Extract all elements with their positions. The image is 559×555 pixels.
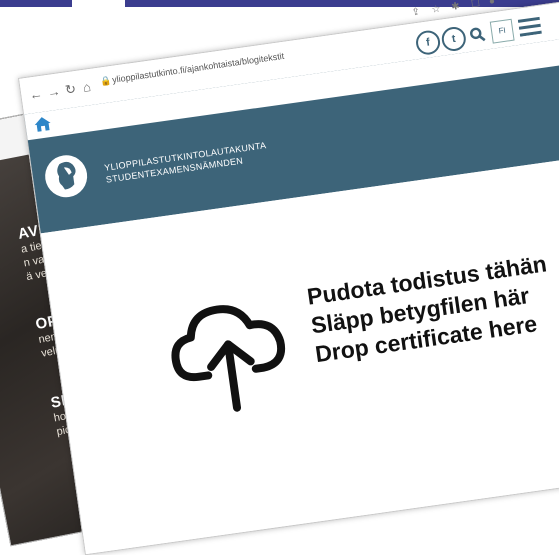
back-icon[interactable]: ← <box>28 86 43 103</box>
extension-icon[interactable]: ✱ <box>451 1 461 13</box>
window-icon[interactable]: ☐ <box>470 0 480 10</box>
athena-head-icon <box>57 161 76 190</box>
cloud-upload-icon <box>171 305 286 412</box>
menu-icon[interactable] <box>517 16 542 37</box>
lock-icon: 🔒 <box>99 75 113 87</box>
reload-icon[interactable]: ↻ <box>64 81 77 98</box>
profile-icon[interactable]: ● <box>488 0 496 8</box>
forward-icon[interactable]: → <box>46 83 61 100</box>
home-browser-icon[interactable]: ⌂ <box>82 79 92 95</box>
organization-name: YLIOPPILASTUTKINTOLAUTAKUNTA STUDENTEXAM… <box>104 139 269 186</box>
share-icon[interactable]: ⇪ <box>411 6 421 18</box>
address-bar[interactable]: ylioppilastutkinto.fi/ajankohtaista/blog… <box>111 51 284 85</box>
browser-window: ← → ↻ ⌂ 🔒 ylioppilastutkinto.fi/ajankoht… <box>18 0 559 555</box>
top-accent-bar-left <box>0 0 72 7</box>
bookmark-star-icon[interactable]: ☆ <box>431 4 441 16</box>
logo[interactable] <box>42 152 90 200</box>
language-button[interactable]: FI <box>489 18 515 44</box>
drop-instructions: Pudota todistus tähän Släpp betygfilen h… <box>305 249 556 369</box>
search-icon[interactable] <box>468 26 486 44</box>
home-icon[interactable] <box>33 115 53 133</box>
